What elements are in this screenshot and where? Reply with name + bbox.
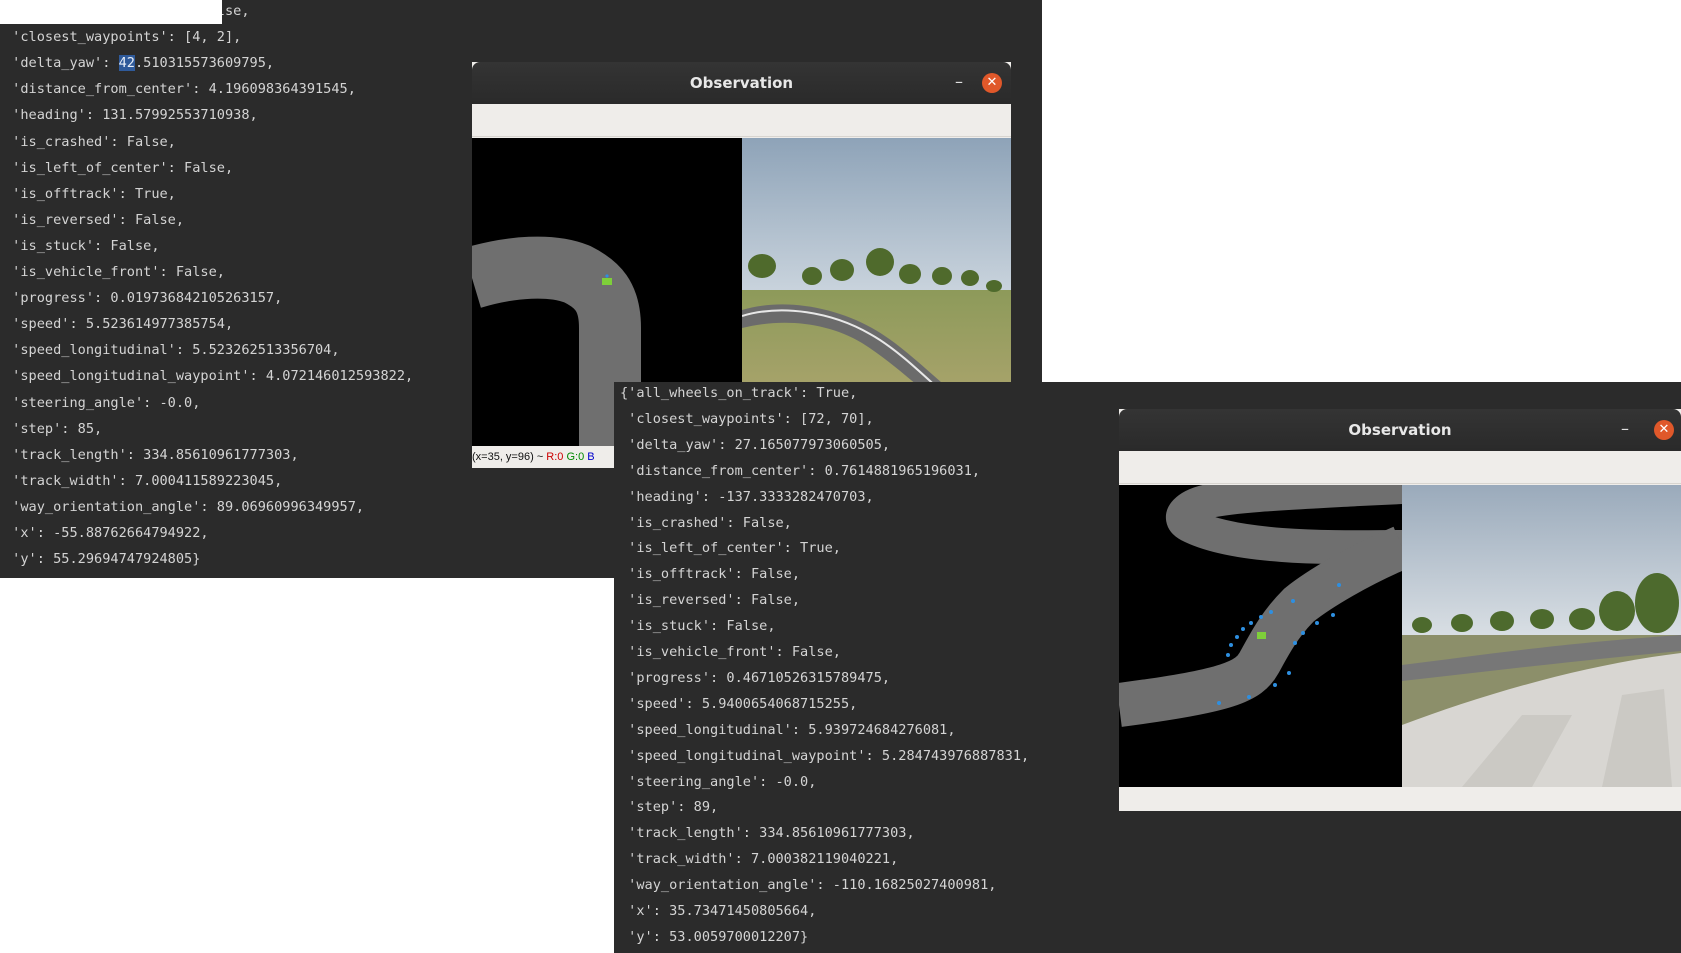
window-titlebar[interactable]: Observation – ✕ (472, 62, 1011, 104)
terminal-line: 'distance_from_center': 0.76148819651960… (620, 462, 981, 479)
terminal-line: 'y': 55.29694747924805} (4, 551, 201, 568)
terminal-line: {'all_wheels_on_track': True, (620, 385, 858, 401)
terminal-line: 'track_length': 334.85610961777303, (620, 825, 915, 842)
terminal-line: 'speed_longitudinal_waypoint': 4.0721460… (4, 368, 414, 385)
terminal-line: 'is_vehicle_front': False, (620, 644, 841, 660)
terminal-line: 'is_stuck': False, (4, 237, 160, 254)
window-toolbar (1119, 451, 1681, 484)
text-selection[interactable]: 42 (118, 55, 135, 72)
status-red: R:0 (546, 451, 564, 463)
terminal-line: 'speed_longitudinal_waypoint': 5.2847439… (620, 747, 1030, 764)
waypoint-dot-icon (605, 274, 609, 278)
car-marker-icon (602, 278, 612, 285)
status-blue: B (587, 451, 595, 463)
terminal-line: 'step': 89, (620, 799, 719, 816)
terminal-line: 'delta_yaw': 42.510315573609795, (4, 50, 274, 76)
window-title: Observation (689, 74, 794, 92)
desktop-gap (0, 0, 222, 24)
terminal-line: 'is_crashed': False, (4, 133, 176, 150)
terminal-line: 'speed_longitudinal': 5.523262513356704, (4, 342, 340, 359)
close-icon[interactable]: ✕ (982, 73, 1002, 93)
minimize-icon[interactable]: – (1615, 420, 1635, 440)
line-text: .510315573609795, (134, 55, 275, 72)
terminal-line: 'x': -55.88762664794922, (4, 525, 209, 541)
terminal-line: 'is_stuck': False, (620, 618, 776, 635)
terminal-line: 'distance_from_center': 4.19609836439154… (4, 81, 356, 98)
status-green: G:0 (566, 451, 585, 463)
terminal-line: 'steering_angle': -0.0, (4, 394, 201, 411)
terminal-line: 'is_crashed': False, (620, 514, 792, 531)
observation-window-2[interactable]: Observation – ✕ (1119, 409, 1681, 811)
terminal-line: 'way_orientation_angle': 89.069609963499… (4, 498, 365, 515)
terminal-line: 'speed_longitudinal': 5.939724684276081, (620, 721, 956, 738)
close-icon[interactable]: ✕ (1654, 420, 1674, 440)
terminal-line: 'is_offtrack': True, (4, 185, 176, 202)
terminal-line: 'track_width': 7.000382119040221, (620, 851, 899, 868)
line-text: 'delta_yaw': (4, 55, 119, 72)
status-coords: (x=35, y=96) ~ (472, 451, 547, 463)
terminal-line: 'speed': 5.9400654068715255, (620, 695, 858, 712)
terminal-line: 'is_left_of_center': False, (4, 159, 234, 176)
window-title: Observation (1348, 421, 1452, 439)
terminal-line: 'is_vehicle_front': False, (4, 264, 225, 280)
terminal-line: 'delta_yaw': 27.165077973060505, (620, 436, 891, 453)
car-marker-icon (1257, 632, 1266, 639)
window-toolbar (472, 104, 1011, 137)
pixel-status-bar: (x=35, y=96) ~ R:0 G:0 B (472, 446, 616, 468)
terminal-line: 'is_offtrack': False, (620, 566, 801, 583)
terminal-line: 'x': 35.73471450805664, (620, 903, 817, 919)
window-bottom-bar (1119, 787, 1681, 811)
terminal-line: 'track_length': 334.85610961777303, (4, 446, 299, 463)
terminal-line: 'y': 53.0059700012207} (620, 928, 809, 945)
terminal-line: 'speed': 5.523614977385754, (4, 316, 234, 333)
terminal-line: 'is_reversed': False, (620, 592, 801, 609)
terminal-line: 'heading': 131.57992553710938, (4, 107, 258, 124)
terminal-line: 'track_width': 7.000411589223045, (4, 472, 283, 489)
terminal-line: 'progress': 0.46710526315789475, (620, 669, 891, 686)
terminal-line: 'closest_waypoints': [4, 2], (4, 29, 242, 46)
minimize-icon[interactable]: – (949, 73, 969, 93)
terminal-line: 'is_left_of_center': True, (620, 540, 841, 557)
terminal-line: 'steering_angle': -0.0, (620, 773, 817, 790)
window-titlebar[interactable]: Observation – ✕ (1119, 409, 1681, 451)
track-map-view (1119, 485, 1402, 787)
terminal-line: 'progress': 0.019736842105263157, (4, 290, 283, 307)
terminal-line: 'closest_waypoints': [72, 70], (620, 410, 874, 427)
terminal-line: 'heading': -137.3333282470703, (620, 488, 874, 505)
camera-view (1402, 485, 1681, 787)
terminal-line: 'is_reversed': False, (4, 211, 185, 228)
terminal-line: 'way_orientation_angle': -110.1682502740… (620, 877, 997, 894)
terminal-line: 'step': 85, (4, 420, 103, 437)
